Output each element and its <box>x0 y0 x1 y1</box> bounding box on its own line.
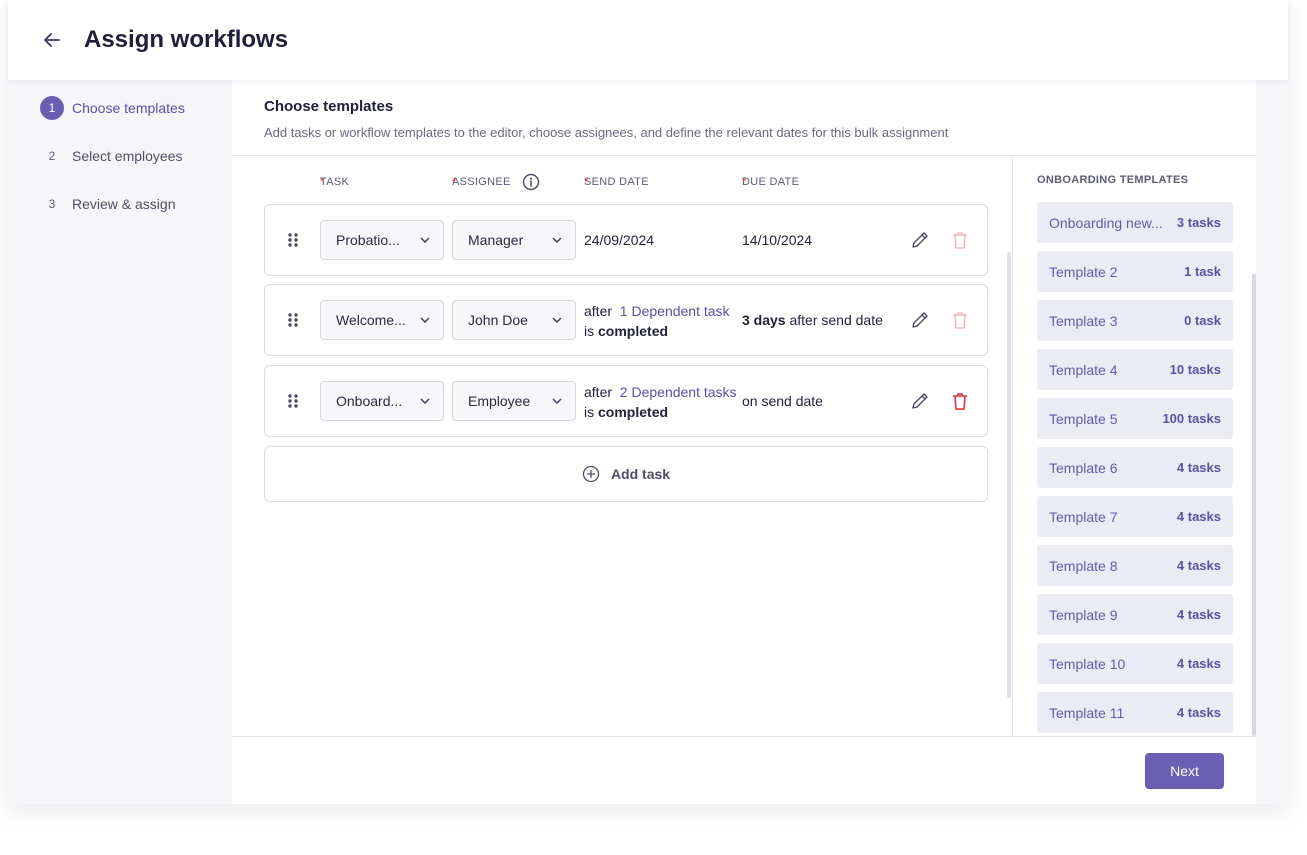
add-task-label: Add task <box>610 466 671 482</box>
task-select-value: Welcome... <box>336 312 406 328</box>
send-date-value[interactable]: after 1 Dependent task is completed <box>584 301 730 341</box>
assignee-select-value: Manager <box>468 232 524 248</box>
main-panel: Choose templates Add tasks or workflow t… <box>232 80 1256 804</box>
pencil-icon[interactable] <box>909 390 931 412</box>
template-item[interactable]: Template 4 10 tasks <box>1037 349 1233 390</box>
chevron-down-icon <box>552 237 562 243</box>
templates-sidebar: ONBOARDING TEMPLATES Onboarding new... 3 … <box>1012 156 1256 736</box>
header: Assign workflows <box>8 0 1288 80</box>
back-button[interactable] <box>40 28 64 52</box>
next-button[interactable]: Next <box>1145 753 1224 789</box>
pencil-icon[interactable] <box>909 309 931 331</box>
task-select[interactable]: Onboard... <box>320 381 444 421</box>
task-select-value: Onboard... <box>336 393 403 409</box>
task-editor: TASK * ASSIGNEE * SEND DATE * DUE DATE *… <box>232 156 1012 736</box>
assignee-select[interactable]: Employee <box>452 381 576 421</box>
template-item[interactable]: Template 30 task <box>1037 300 1233 341</box>
stepper: 1 Choose templates 2 Select employees 3 … <box>40 96 185 240</box>
dependent-task-link[interactable]: 1 Dependent task <box>620 303 730 319</box>
step-number: 2 <box>48 149 56 163</box>
step-label: Choose templates <box>72 100 185 116</box>
template-item[interactable]: Onboarding new... 3 tasks <box>1037 202 1233 243</box>
task-select[interactable]: Welcome... <box>320 300 444 340</box>
template-item[interactable]: Template 64 tasks <box>1037 447 1233 488</box>
templates-scrollbar[interactable] <box>1252 274 1256 736</box>
step-label: Select employees <box>72 148 183 164</box>
footer: Next <box>232 736 1256 804</box>
step-label: Review & assign <box>72 196 176 212</box>
template-item[interactable]: Template 11 4 tasks <box>1037 692 1233 733</box>
add-task-button[interactable]: Add task <box>264 446 988 502</box>
dependent-task-link[interactable]: 2 Dependent tasks <box>620 384 737 400</box>
chevron-down-icon <box>420 398 430 404</box>
plus-circle-icon <box>582 465 600 483</box>
send-date-value[interactable]: 24/09/2024 <box>584 230 654 250</box>
task-row: Welcome... John Doe after 1 Dependent ta… <box>264 284 988 356</box>
panel-title: Choose templates <box>264 98 394 115</box>
arrow-left-icon <box>44 33 60 47</box>
send-date-value[interactable]: after 2 Dependent tasks is completed <box>584 382 737 422</box>
task-select[interactable]: Probatio... <box>320 220 444 260</box>
trash-icon[interactable] <box>949 229 971 251</box>
template-item[interactable]: Template 84 tasks <box>1037 545 1233 586</box>
app-window: Assign workflows 1 Choose templates 2 Se… <box>8 0 1288 804</box>
chevron-down-icon <box>420 237 430 243</box>
templates-heading: ONBOARDING TEMPLATES <box>1037 174 1189 186</box>
template-item[interactable]: Template 94 tasks <box>1037 594 1233 635</box>
drag-handle-icon[interactable] <box>285 232 301 248</box>
template-item[interactable]: Template 74 tasks <box>1037 496 1233 537</box>
assignee-select-value: Employee <box>468 393 531 409</box>
task-row: Onboard... Employee after 2 Dependent ta… <box>264 365 988 437</box>
assignee-select[interactable]: Manager <box>452 220 576 260</box>
task-row: Probatio... Manager 24/09/2024 14/10/202… <box>264 204 988 276</box>
info-icon[interactable] <box>522 173 540 191</box>
assignee-select[interactable]: John Doe <box>452 300 576 340</box>
panel-header: Choose templates Add tasks or workflow t… <box>232 80 1256 156</box>
chevron-down-icon <box>552 398 562 404</box>
templates-list: Onboarding new... 3 tasks Template 21 tas… <box>1037 202 1233 736</box>
template-item[interactable]: Template 5 100 tasks <box>1037 398 1233 439</box>
step-number: 1 <box>40 96 64 120</box>
drag-handle-icon[interactable] <box>285 393 301 409</box>
due-date-value[interactable]: 14/10/2024 <box>742 230 812 250</box>
step-number: 3 <box>48 197 56 211</box>
trash-icon[interactable] <box>949 390 971 412</box>
step-select-employees[interactable]: 2 Select employees <box>40 144 185 168</box>
template-item[interactable]: Template 10 4 tasks <box>1037 643 1233 684</box>
drag-handle-icon[interactable] <box>285 312 301 328</box>
assignee-select-value: John Doe <box>468 312 528 328</box>
editor-scrollbar[interactable] <box>1007 252 1011 698</box>
page-title: Assign workflows <box>84 26 289 53</box>
due-date-value[interactable]: on send date <box>742 391 823 411</box>
step-choose-templates[interactable]: 1 Choose templates <box>40 96 185 120</box>
task-select-value: Probatio... <box>336 232 400 248</box>
trash-icon[interactable] <box>949 309 971 331</box>
step-review-assign[interactable]: 3 Review & assign <box>40 192 185 216</box>
template-item[interactable]: Template 21 task <box>1037 251 1233 292</box>
chevron-down-icon <box>420 317 430 323</box>
due-date-value[interactable]: 3 days after send date <box>742 310 883 330</box>
chevron-down-icon <box>552 317 562 323</box>
pencil-icon[interactable] <box>909 229 931 251</box>
panel-subtitle: Add tasks or workflow templates to the e… <box>264 125 949 140</box>
